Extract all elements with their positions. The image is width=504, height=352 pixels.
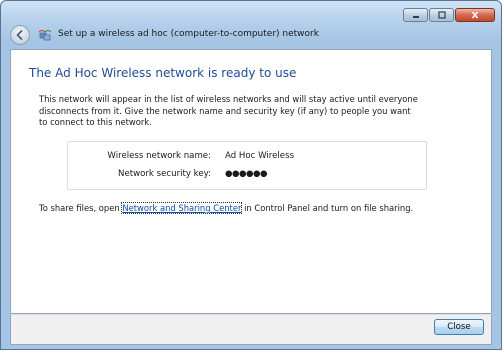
network-details-box: Wireless network name: Ad Hoc Wireless N… [67,141,427,190]
minimize-icon [412,16,419,18]
network-name-value: Ad Hoc Wireless [225,151,295,161]
maximize-icon [437,11,446,19]
footer-bar [10,314,492,345]
share-instructions: To share files, open Network and Sharing… [39,202,414,214]
network-sharing-center-link[interactable]: Network and Sharing Center [121,202,243,214]
window-controls [402,8,495,22]
network-name-label: Wireless network name: [107,151,211,161]
back-arrow-icon [16,30,23,40]
back-button[interactable] [10,25,30,45]
title-bar[interactable]: Set up a wireless ad hoc (computer-to-co… [1,1,501,49]
page-heading: The Ad Hoc Wireless network is ready to … [29,66,297,80]
share-suffix: in Control Panel and turn on file sharin… [241,203,414,213]
security-key-label: Network security key: [118,169,211,179]
close-window-button[interactable] [455,8,495,22]
wireless-network-icon [38,30,52,41]
share-prefix: To share files, open [39,203,123,213]
window-title: Set up a wireless ad hoc (computer-to-co… [58,29,319,39]
close-icon [471,11,479,19]
security-key-value: ●●●●●● [225,169,268,179]
close-button[interactable]: Close [434,319,484,335]
maximize-button[interactable] [429,8,454,22]
description-text: This network will appear in the list of … [39,94,418,127]
minimize-button[interactable] [403,8,428,22]
